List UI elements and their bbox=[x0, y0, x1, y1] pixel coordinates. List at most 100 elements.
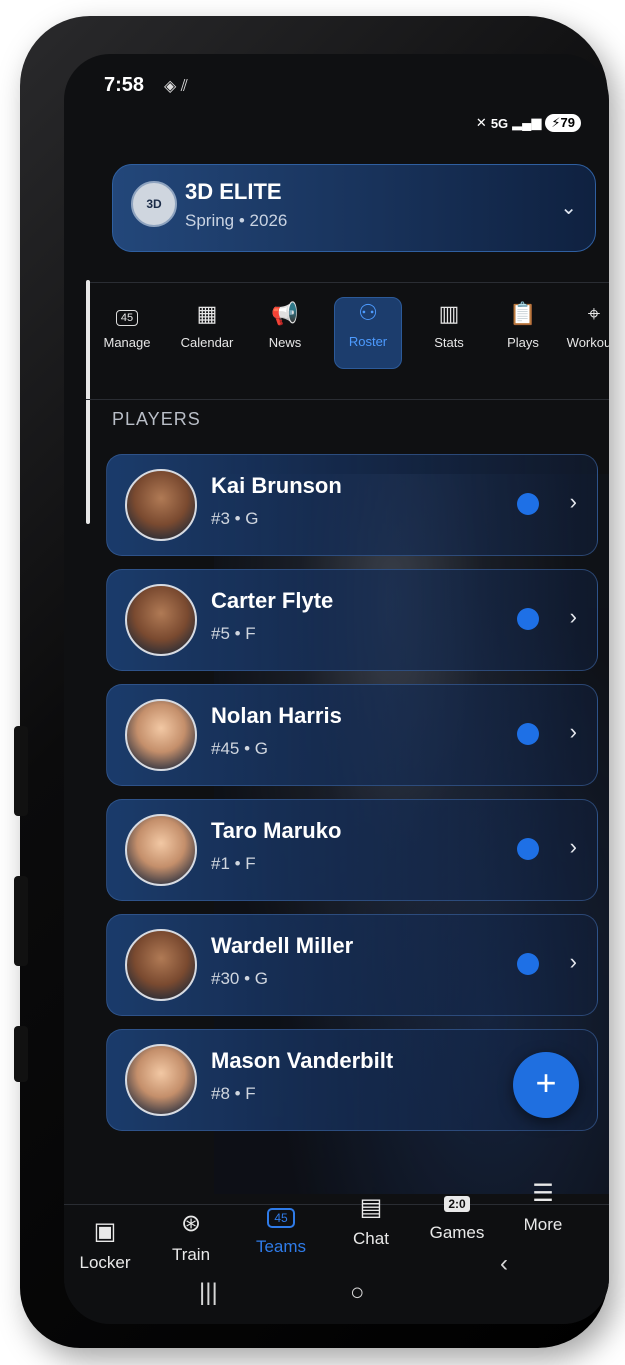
player-name: Carter Flyte bbox=[211, 588, 334, 613]
battery-level: 79 bbox=[560, 115, 575, 130]
people-icon: ⚇ bbox=[358, 300, 378, 325]
chat-bubble-icon[interactable] bbox=[517, 838, 539, 860]
nav-label: Calendar bbox=[180, 335, 234, 350]
avatar bbox=[125, 1044, 197, 1116]
player-name: Wardell Miller bbox=[211, 933, 354, 958]
status-time: 7:58 bbox=[104, 74, 145, 96]
tab-label: Train bbox=[171, 1245, 211, 1264]
player-row[interactable]: Nolan Harris #45 • G › bbox=[106, 684, 598, 786]
avatar bbox=[125, 699, 197, 771]
back-button[interactable]: ‹ bbox=[500, 1250, 508, 1278]
status-notification-icons: ◈ ⫽ bbox=[164, 78, 188, 95]
avatar bbox=[125, 814, 197, 886]
player-row[interactable]: Kai Brunson #3 • G › bbox=[106, 454, 598, 556]
avatar bbox=[125, 584, 197, 656]
jersey-icon: 45 bbox=[246, 1201, 316, 1231]
signal-icon: ▂▄▆ bbox=[512, 115, 542, 130]
divider bbox=[86, 399, 609, 400]
team-logo-icon: 3D bbox=[131, 181, 177, 227]
player-meta: #30 • G bbox=[211, 969, 268, 988]
player-name: Taro Maruko bbox=[211, 818, 342, 843]
player-row[interactable]: Wardell Miller #30 • G › bbox=[106, 914, 598, 1016]
nav-workouts[interactable]: ⌖ Workouts bbox=[558, 299, 609, 350]
chevron-right-icon: › bbox=[569, 489, 577, 514]
player-meta: #1 • F bbox=[211, 854, 256, 873]
team-logo-text: 3D bbox=[146, 197, 162, 211]
player-meta: #5 • F bbox=[211, 624, 256, 643]
chevron-right-icon: › bbox=[569, 949, 577, 974]
tab-label: Chat bbox=[353, 1229, 389, 1248]
nav-stats[interactable]: ▥ Stats bbox=[416, 299, 482, 350]
team-season: Spring • 2026 bbox=[185, 211, 288, 230]
megaphone-icon: 📢 bbox=[271, 301, 299, 326]
scoreboard-text: 2:0 bbox=[444, 1196, 470, 1212]
chat-icon: ▤ bbox=[359, 1194, 383, 1221]
chat-bubble-icon[interactable] bbox=[517, 608, 539, 630]
section-nav: 45 Manage ▦ Calendar 📢 News ⚇ Roster ▥ S… bbox=[94, 297, 609, 379]
chevron-right-icon: › bbox=[569, 834, 577, 859]
network-label: 5G bbox=[490, 115, 509, 131]
side-button bbox=[14, 1026, 28, 1082]
chat-bubble-icon[interactable] bbox=[517, 953, 539, 975]
nav-label: Plays bbox=[507, 335, 539, 350]
nav-plays[interactable]: 📋 Plays bbox=[490, 299, 556, 350]
player-row[interactable]: Taro Maruko #1 • F › bbox=[106, 799, 598, 901]
battery-icon: ⚡79 bbox=[545, 114, 581, 132]
divider bbox=[86, 282, 609, 283]
recent-apps-button[interactable]: ||| bbox=[199, 1279, 218, 1307]
jersey-number: 45 bbox=[267, 1208, 295, 1228]
clipboard-icon: 📋 bbox=[509, 301, 537, 326]
player-name: Kai Brunson bbox=[211, 473, 342, 498]
app-screen: 7:58 ◈ ⫽ ✕ 5G ▂▄▆ ⚡79 3D 3D ELITE Spring… bbox=[64, 54, 609, 1324]
nav-label: Stats bbox=[434, 335, 464, 350]
phone-frame: 7:58 ◈ ⫽ ✕ 5G ▂▄▆ ⚡79 3D 3D ELITE Spring… bbox=[14, 16, 609, 1348]
tab-train[interactable]: ⊛ Train bbox=[156, 1209, 226, 1265]
calendar-icon: ▦ bbox=[196, 301, 218, 326]
basketball-icon: ⊛ bbox=[180, 1210, 202, 1237]
tab-games[interactable]: 2:0 Games bbox=[422, 1187, 492, 1243]
jersey-icon: 45 bbox=[94, 299, 160, 329]
nav-news[interactable]: 📢 News bbox=[252, 299, 318, 350]
nav-label: News bbox=[268, 335, 302, 350]
team-name: 3D ELITE bbox=[185, 179, 282, 204]
player-name: Mason Vanderbilt bbox=[211, 1048, 394, 1073]
tab-label: More bbox=[523, 1215, 563, 1234]
nav-roster[interactable]: ⚇ Roster bbox=[334, 297, 402, 369]
chevron-right-icon: › bbox=[569, 604, 577, 629]
tab-chat[interactable]: ▤ Chat bbox=[336, 1193, 406, 1249]
nav-manage[interactable]: 45 Manage bbox=[94, 299, 160, 350]
menu-icon: ☰ bbox=[532, 1180, 554, 1207]
section-title: PLAYERS bbox=[112, 409, 201, 429]
avatar bbox=[125, 469, 197, 541]
bar-chart-icon: ▥ bbox=[438, 301, 460, 326]
scoreboard-icon: 2:0 bbox=[422, 1187, 492, 1217]
side-button bbox=[14, 726, 28, 816]
chevron-right-icon: › bbox=[569, 719, 577, 744]
locker-icon: ▣ bbox=[93, 1218, 117, 1245]
home-button[interactable]: ○ bbox=[350, 1279, 365, 1307]
nav-label: Roster bbox=[348, 334, 388, 349]
chat-bubble-icon[interactable] bbox=[517, 723, 539, 745]
status-bar: 7:58 ◈ ⫽ ✕ 5G ▂▄▆ ⚡79 bbox=[104, 74, 589, 134]
nav-label: Workouts bbox=[566, 335, 609, 350]
add-player-button[interactable]: + bbox=[513, 1052, 579, 1118]
player-meta: #8 • F bbox=[211, 1084, 256, 1103]
tab-label: Locker bbox=[79, 1253, 131, 1272]
nav-calendar[interactable]: ▦ Calendar bbox=[174, 299, 240, 350]
nav-label: Manage bbox=[103, 335, 151, 350]
side-button bbox=[14, 876, 28, 966]
player-name: Nolan Harris bbox=[211, 703, 342, 728]
tab-teams[interactable]: 45 Teams bbox=[246, 1201, 316, 1257]
bottom-tab-bar: ▣ Locker ⊛ Train 45 Teams ▤ Chat 2:0 Gam… bbox=[64, 1180, 609, 1324]
chevron-down-icon[interactable]: ⌄ bbox=[560, 195, 577, 220]
tab-locker[interactable]: ▣ Locker bbox=[70, 1217, 140, 1273]
scrollbar[interactable] bbox=[86, 280, 90, 524]
chat-bubble-icon[interactable] bbox=[517, 493, 539, 515]
mute-icon: ✕ bbox=[475, 115, 487, 130]
tab-more[interactable]: ☰ More bbox=[508, 1179, 578, 1235]
tab-label: Teams bbox=[255, 1237, 307, 1256]
player-row[interactable]: Carter Flyte #5 • F › bbox=[106, 569, 598, 671]
crosshair-icon: ⌖ bbox=[587, 301, 601, 326]
status-right: ✕ 5G ▂▄▆ ⚡79 bbox=[476, 114, 581, 132]
team-selector[interactable]: 3D 3D ELITE Spring • 2026 ⌄ bbox=[112, 164, 596, 252]
